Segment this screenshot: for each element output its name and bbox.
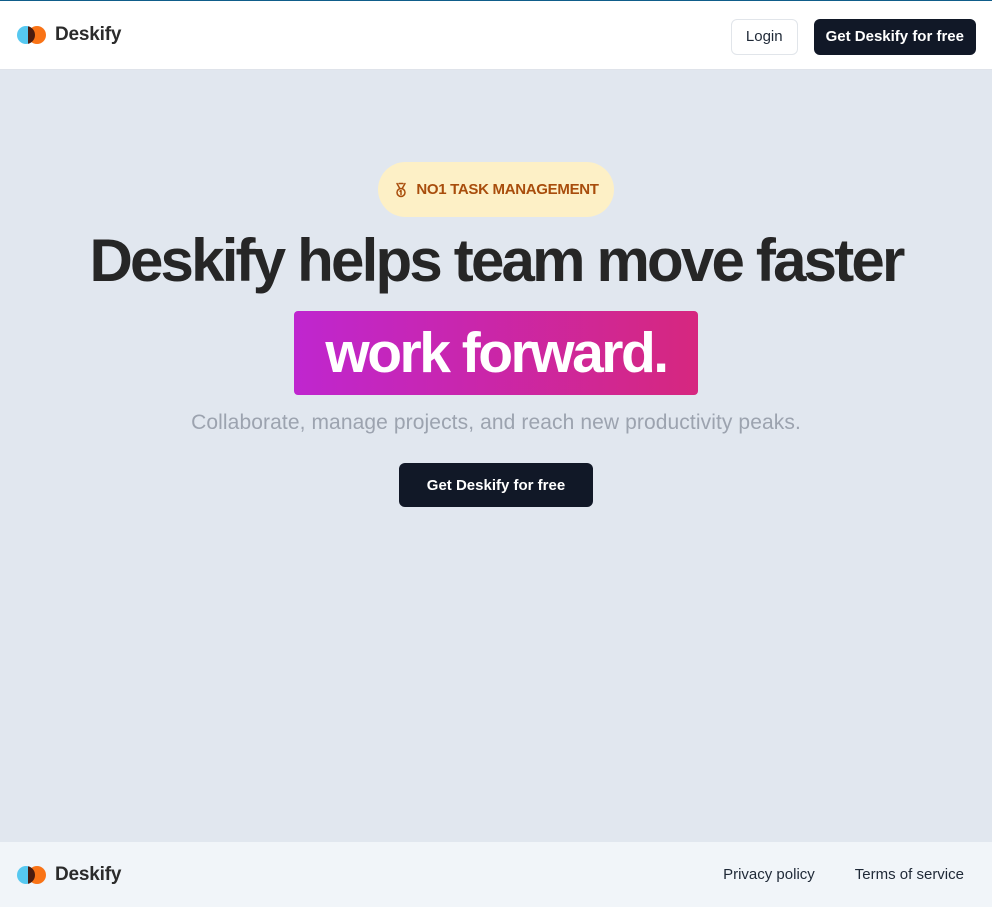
hero-title: Deskify helps team move faster xyxy=(89,227,905,294)
footer: Deskify Privacy policy Terms of service xyxy=(0,842,992,907)
badge-label: NO1 TASK MANAGEMENT xyxy=(416,181,599,198)
deskify-logo-icon xyxy=(17,865,47,885)
footer-brand[interactable]: Deskify xyxy=(17,864,121,886)
hero-subtitle: Collaborate, manage projects, and reach … xyxy=(191,411,801,434)
privacy-policy-link[interactable]: Privacy policy xyxy=(723,866,815,883)
get-deskify-nav-button[interactable]: Get Deskify for free xyxy=(813,18,976,55)
nav-actions: Login Get Deskify for free xyxy=(730,18,976,55)
brand-name: Deskify xyxy=(55,24,122,45)
task-management-badge: NO1 TASK MANAGEMENT xyxy=(378,162,614,217)
medal-icon xyxy=(396,182,407,197)
footer-brand-name: Deskify xyxy=(55,863,122,885)
login-button[interactable]: Login xyxy=(730,18,798,55)
top-navbar: Deskify Login Get Deskify for free xyxy=(0,1,992,70)
deskify-logo-icon xyxy=(17,25,47,45)
hero-highlight: work forward. xyxy=(294,311,698,395)
header-brand[interactable]: Deskify xyxy=(17,24,121,46)
terms-of-service-link[interactable]: Terms of service xyxy=(855,866,964,883)
footer-links: Privacy policy Terms of service xyxy=(723,866,964,883)
get-deskify-hero-button[interactable]: Get Deskify for free xyxy=(399,463,593,507)
